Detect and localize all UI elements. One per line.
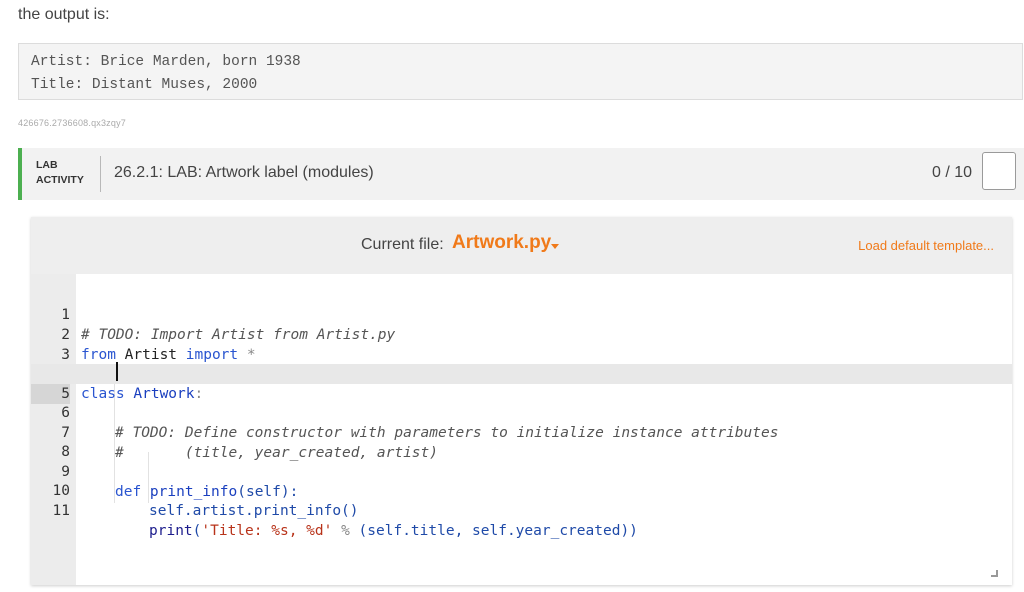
code-line: 11 print('Title: %s, %d' % (self.title, … <box>31 481 1012 539</box>
code-line: 3 <box>31 325 1012 363</box>
caret-down-icon[interactable] <box>551 244 559 249</box>
editor-toolbar: Current file: Artwork.py Load default te… <box>31 217 1012 274</box>
code-builtin: print <box>149 523 193 539</box>
lab-tag-line: LAB <box>36 159 58 171</box>
line-number: 11 <box>52 503 70 519</box>
activity-uid: 426676.2736608.qx3zqy7 <box>18 118 126 128</box>
output-line: Artist: Brice Marden, born 1938 <box>31 54 301 70</box>
code-token: (self.title, self.year_created)) <box>358 523 638 539</box>
code-line: 1 # TODO: Import Artist from Artist.py <box>31 285 1012 343</box>
resize-handle-icon[interactable] <box>991 570 998 577</box>
code-line: 9 def print_info(self): <box>31 442 1012 500</box>
header-divider <box>100 156 101 192</box>
lab-tag-line: ACTIVITY <box>36 174 84 186</box>
output-line: Title: Distant Muses, 2000 <box>31 77 258 93</box>
code-content: print('Title: %s, %d' % (self.title, sel… <box>149 521 638 541</box>
intro-text: the output is: <box>18 6 110 23</box>
lab-title: 26.2.1: LAB: Artwork label (modules) <box>114 164 374 181</box>
code-operator: % <box>332 523 359 539</box>
lab-activity-header: LAB ACTIVITY 26.2.1: LAB: Artwork label … <box>18 148 1024 200</box>
code-string: 'Title: %s, %d' <box>201 523 333 539</box>
code-content: self.artist.print_info() <box>149 501 359 521</box>
lab-score: 0 / 10 <box>931 164 972 181</box>
code-line: 10 self.artist.print_info() <box>31 461 1012 519</box>
current-file-label: Current file: <box>361 236 444 253</box>
code-line-active: 5 <box>31 364 1012 404</box>
current-file-dropdown[interactable]: Artwork.py <box>452 232 551 254</box>
load-default-template-link[interactable]: Load default template... <box>858 238 994 253</box>
code-token: self.artist.print_info() <box>149 503 359 519</box>
lab-activity-tag: LAB ACTIVITY <box>36 158 84 188</box>
code-line: 4 class Artwork: <box>31 344 1012 402</box>
code-line: 7 # (title, year_created, artist) <box>31 403 1012 461</box>
code-line: 2 from Artist import * <box>31 305 1012 363</box>
code-editor: Current file: Artwork.py Load default te… <box>31 217 1012 585</box>
score-badge <box>982 152 1016 190</box>
code-line: 8 <box>31 422 1012 460</box>
program-output: Artist: Brice Marden, born 1938 Title: D… <box>18 43 1023 100</box>
code-line: 6 # TODO: Define constructor with parame… <box>31 383 1012 441</box>
text-cursor <box>116 362 118 381</box>
